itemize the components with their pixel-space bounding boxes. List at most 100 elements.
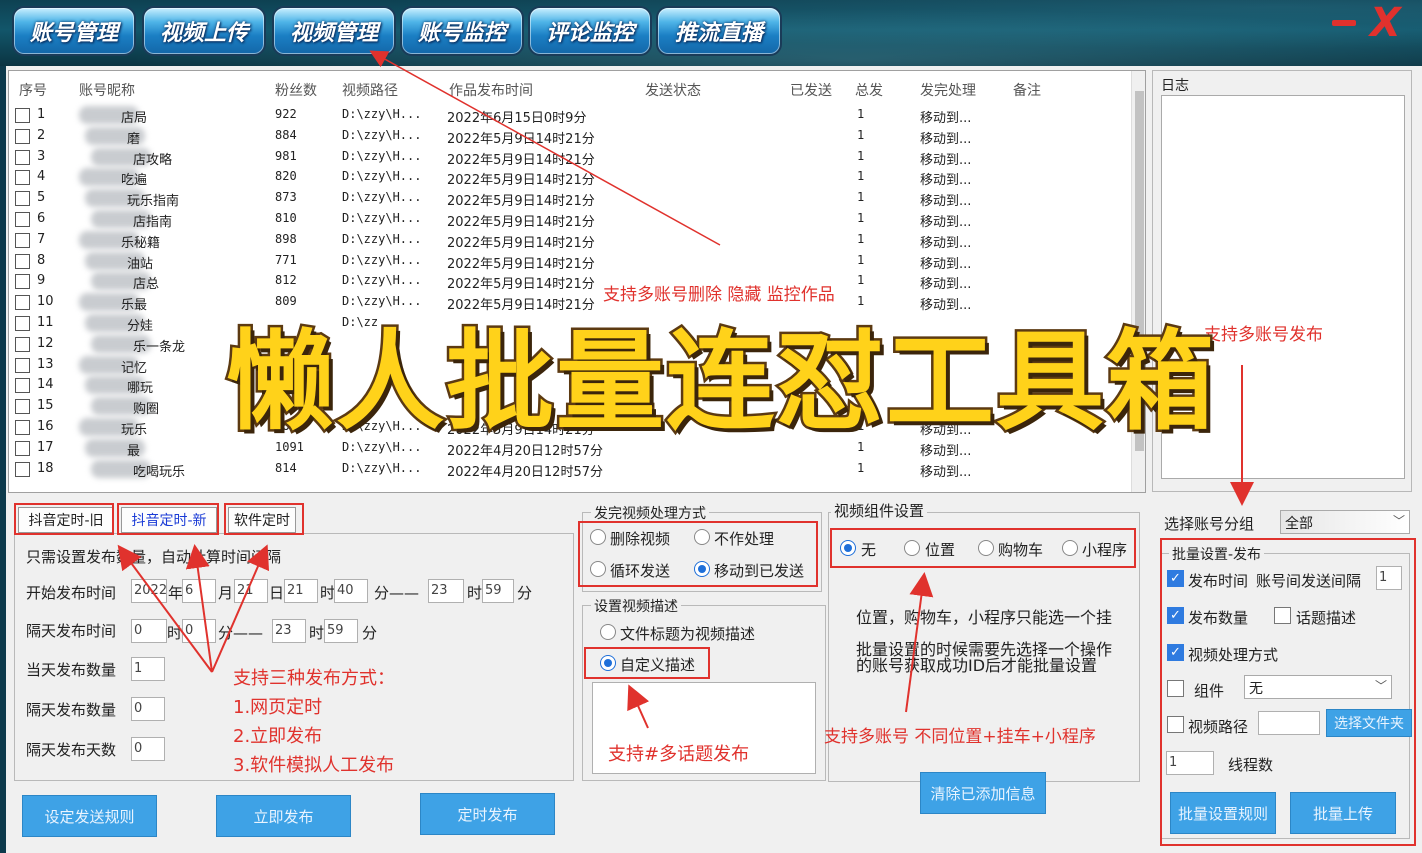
- row-checkbox[interactable]: [15, 128, 30, 144]
- col-send-status[interactable]: 发送状态: [645, 80, 701, 100]
- row-fans: 922: [275, 107, 297, 121]
- nav-account-monitor[interactable]: 账号监控: [400, 6, 524, 56]
- row-checkbox[interactable]: [15, 399, 30, 415]
- nextday-hour-input[interactable]: 0: [131, 619, 167, 643]
- row-checkbox[interactable]: [15, 149, 30, 165]
- row-index: 2: [37, 127, 46, 143]
- row-path: D:\zzy\H...: [342, 273, 422, 288]
- check-publish-count[interactable]: ✓: [1167, 607, 1184, 624]
- row-after-process: 移动到...: [920, 173, 972, 189]
- table-row[interactable]: 6 店指南 810 D:\zzy\H... 2022年5月9日14时21分 1 移动到...: [9, 209, 1129, 230]
- table-row[interactable]: 1 店局 922 D:\zzy\H... 2022年6月15日0时9分 1 移动到...: [9, 105, 1129, 126]
- check-video-path[interactable]: [1167, 716, 1184, 733]
- nav-video-upload[interactable]: 视频上传: [142, 6, 266, 56]
- row-publish-time: 2022年4月20日12时57分: [447, 464, 603, 480]
- table-row[interactable]: 2 磨 884 D:\zzy\H... 2022年5月9日14时21分 1 移动到...: [9, 126, 1129, 147]
- col-total[interactable]: 总发: [855, 80, 883, 100]
- end-hour-input[interactable]: 23: [428, 579, 464, 603]
- row-fans: 981: [275, 148, 297, 163]
- nav-video-management[interactable]: 视频管理: [272, 6, 396, 56]
- row-index: 15: [37, 398, 54, 414]
- year-unit: 年: [168, 584, 184, 602]
- row-checkbox[interactable]: [15, 378, 30, 394]
- col-after-process[interactable]: 发完处理: [920, 80, 976, 100]
- minimize-icon[interactable]: [1332, 20, 1356, 26]
- nextday-minute-input[interactable]: 0: [182, 619, 216, 643]
- next-count-input[interactable]: 0: [131, 697, 165, 721]
- check-topic-desc[interactable]: [1274, 607, 1291, 624]
- row-checkbox[interactable]: [15, 191, 30, 207]
- row-checkbox[interactable]: [15, 461, 30, 477]
- table-row[interactable]: 18 吃喝玩乐 814 D:\zzy\H... 2022年4月20日12时57分 1 移动到…: [9, 459, 1129, 480]
- row-checkbox[interactable]: [15, 440, 30, 456]
- row-checkbox[interactable]: [15, 420, 30, 435]
- close-icon[interactable]: X: [1370, 0, 1406, 50]
- choose-folder-button[interactable]: 选择文件夹: [1326, 709, 1412, 737]
- table-row[interactable]: 7 乐秘籍 898 D:\zzy\H... 2022年5月9日14时21分 1 移动到...: [9, 230, 1129, 251]
- nav-account-management[interactable]: 账号管理: [12, 6, 136, 56]
- clear-added-button[interactable]: 清除已添加信息: [920, 772, 1046, 814]
- set-rule-button[interactable]: 设定发送规则: [22, 795, 157, 837]
- timed-publish-button[interactable]: 定时发布: [420, 793, 555, 835]
- col-nickname[interactable]: 账号昵称: [79, 80, 135, 100]
- table-row[interactable]: 9 店总 812 D:\zzy\H... 2022年5月9日14时21分 1 移动到...: [9, 271, 1129, 292]
- start-hour-input[interactable]: 21: [284, 579, 318, 603]
- end-minute-unit: 分: [517, 584, 533, 602]
- video-path-input[interactable]: [1258, 711, 1320, 735]
- col-path[interactable]: 视频路径: [342, 80, 398, 100]
- nextday-end-minute-input[interactable]: 59: [324, 619, 358, 643]
- col-remark[interactable]: 备注: [1013, 80, 1041, 100]
- label-component: 组件: [1194, 682, 1225, 700]
- table-row[interactable]: 4 吃遍 820 D:\zzy\H... 2022年5月9日14时21分 1 移动到...: [9, 167, 1129, 188]
- row-checkbox[interactable]: [15, 212, 30, 227]
- row-index: 13: [37, 356, 54, 372]
- row-after-process: 移动到...: [920, 277, 972, 293]
- col-sent[interactable]: 已发送: [790, 80, 832, 100]
- table-row[interactable]: 8 油站 771 D:\zzy\H... 2022年5月9日14时21分 1 移动到...: [9, 251, 1129, 272]
- row-checkbox[interactable]: [15, 316, 30, 331]
- threads-input[interactable]: 1: [1166, 751, 1214, 775]
- start-minute-input[interactable]: 40: [334, 579, 368, 603]
- row-index: 6: [37, 211, 46, 226]
- today-count-input[interactable]: 1: [131, 657, 165, 681]
- label-publish-count: 发布数量: [1188, 609, 1249, 627]
- row-checkbox[interactable]: [15, 336, 30, 352]
- row-checkbox[interactable]: [15, 232, 30, 248]
- row-checkbox[interactable]: [15, 274, 30, 290]
- check-process-mode[interactable]: ✓: [1167, 644, 1184, 661]
- row-checkbox[interactable]: [15, 357, 30, 373]
- desc-title: 设置视频描述: [591, 596, 681, 616]
- start-day-input[interactable]: 21: [234, 579, 268, 603]
- component-select[interactable]: 无 ﹀: [1244, 675, 1392, 699]
- check-component[interactable]: [1167, 680, 1184, 697]
- group-select[interactable]: 全部 ﹀: [1280, 510, 1410, 534]
- highlight-component: [830, 528, 1136, 568]
- interval-input[interactable]: 1: [1376, 566, 1402, 590]
- nextday-minute-unit: 分——: [218, 624, 264, 642]
- row-checkbox[interactable]: [15, 253, 30, 269]
- col-index[interactable]: 序号: [19, 80, 47, 100]
- batch-upload-button[interactable]: 批量上传: [1290, 792, 1396, 834]
- row-nickname: 乐秘籍: [121, 235, 161, 251]
- end-minute-input[interactable]: 59: [482, 579, 514, 603]
- col-fans[interactable]: 粉丝数: [275, 80, 317, 100]
- table-row[interactable]: 3 店攻略 981 D:\zzy\H... 2022年5月9日14时21分 1 移动到...: [9, 147, 1129, 168]
- nextday-end-hour-input[interactable]: 23: [272, 619, 306, 643]
- component-note-3: 的账号获取成功ID后才能批量设置: [856, 656, 1098, 675]
- nav-live-stream[interactable]: 推流直播: [656, 6, 782, 56]
- row-checkbox[interactable]: [15, 295, 30, 311]
- radio-title-as-desc[interactable]: [600, 624, 616, 640]
- check-publish-time[interactable]: ✓: [1167, 570, 1184, 587]
- nextday-hour-unit: 时: [167, 624, 183, 642]
- batch-rule-button[interactable]: 批量设置规则: [1170, 792, 1276, 834]
- start-month-input[interactable]: 6: [182, 579, 216, 603]
- table-row[interactable]: 5 玩乐指南 873 D:\zzy\H... 2022年5月9日14时21分 1 移动到..…: [9, 188, 1129, 209]
- publish-now-button[interactable]: 立即发布: [216, 795, 351, 837]
- row-checkbox[interactable]: [15, 108, 30, 123]
- nav-comment-monitor[interactable]: 评论监控: [528, 6, 652, 56]
- next-days-input[interactable]: 0: [131, 737, 165, 761]
- col-publish-time[interactable]: 作品发布时间: [449, 80, 533, 100]
- row-path: D:\zzy\H...: [342, 148, 422, 163]
- row-checkbox[interactable]: [15, 170, 30, 186]
- start-year-input[interactable]: 2022: [131, 579, 167, 603]
